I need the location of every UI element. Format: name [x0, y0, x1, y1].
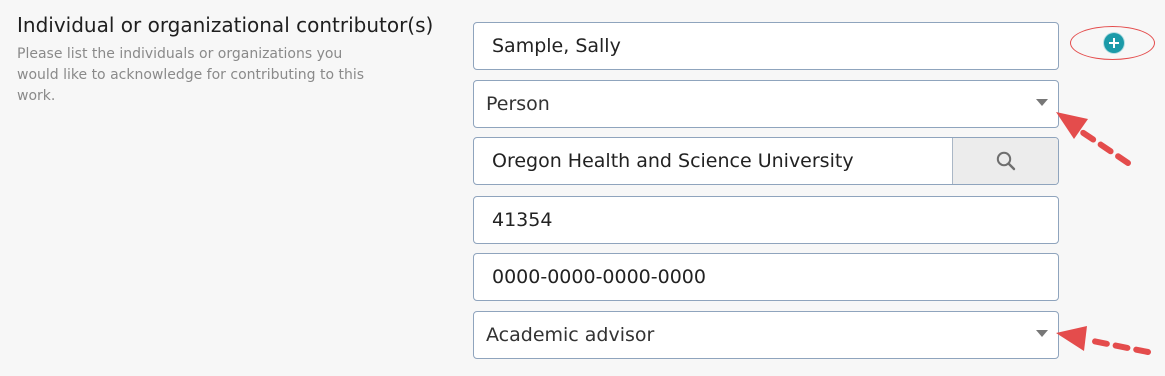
contributor-role-select[interactable]: Academic advisor — [473, 311, 1059, 359]
affiliation-value: Oregon Health and Science University — [492, 150, 854, 172]
red-arrow-annotation-top — [1056, 112, 1131, 166]
affiliation-input-group[interactable]: Oregon Health and Science University — [473, 137, 1059, 185]
red-arrow-annotation-bottom — [1056, 326, 1151, 355]
search-icon — [996, 151, 1015, 171]
field-label-column: Individual or organizational contributor… — [17, 12, 457, 107]
contributor-role-selected: Academic advisor — [486, 324, 655, 346]
plus-icon — [1109, 38, 1119, 48]
add-contributor-highlight — [1070, 26, 1155, 60]
contributor-id-value: 41354 — [492, 209, 553, 231]
chevron-down-icon — [1036, 99, 1048, 106]
add-contributor-button[interactable] — [1104, 33, 1124, 53]
contributor-name-value: Sample, Sally — [492, 35, 621, 57]
orcid-input[interactable]: 0000-0000-0000-0000 — [473, 253, 1059, 301]
chevron-down-icon — [1036, 330, 1048, 337]
section-title: Individual or organizational contributor… — [17, 13, 434, 37]
orcid-value: 0000-0000-0000-0000 — [492, 266, 706, 288]
affiliation-search-button[interactable] — [952, 138, 1058, 184]
contributor-type-selected: Person — [486, 93, 550, 115]
contributor-name-input[interactable]: Sample, Sally — [473, 22, 1059, 70]
section-help-text: Please list the individuals or organizat… — [17, 46, 365, 104]
contributor-type-select[interactable]: Person — [473, 80, 1059, 128]
contributor-id-input[interactable]: 41354 — [473, 196, 1059, 244]
